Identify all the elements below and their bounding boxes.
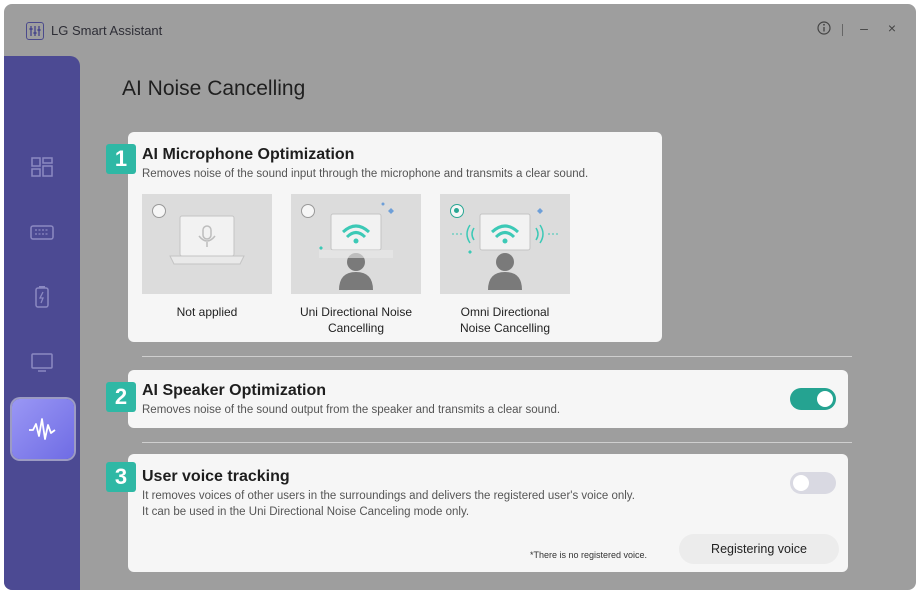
voice-title: User voice tracking bbox=[142, 468, 290, 485]
uni-directional-option[interactable] bbox=[291, 194, 421, 294]
window-title: LG Smart Assistant bbox=[51, 23, 163, 38]
audio-wave-icon bbox=[29, 418, 56, 440]
uni-directional-radio[interactable] bbox=[301, 204, 315, 218]
voice-tracking-card: User voice tracking It removes voices of… bbox=[128, 454, 848, 572]
mic-description: Removes noise of the sound input through… bbox=[142, 168, 589, 180]
section-divider bbox=[142, 442, 852, 443]
minimize-button[interactable]: – bbox=[854, 18, 874, 38]
sidebar bbox=[4, 56, 80, 590]
toggle-knob bbox=[817, 391, 833, 407]
voice-description: It removes voices of other users in the … bbox=[142, 490, 635, 518]
not-applied-label: Not applied bbox=[176, 305, 238, 319]
info-icon[interactable] bbox=[814, 18, 834, 38]
not-applied-option[interactable] bbox=[142, 194, 272, 294]
uni-directional-label: Uni Directional Noise Cancelling bbox=[299, 305, 413, 335]
voice-tracking-toggle[interactable] bbox=[790, 472, 836, 494]
mic-title: AI Microphone Optimization bbox=[142, 146, 355, 163]
app-window: LG Smart Assistant – × AI Noise Cancelli… bbox=[4, 4, 916, 590]
step-badge-1: 1 bbox=[106, 144, 136, 174]
step-badge-2: 2 bbox=[106, 382, 136, 412]
omni-directional-option[interactable] bbox=[440, 194, 570, 294]
sidebar-item-monitor[interactable] bbox=[4, 331, 80, 393]
mic-optimization-card: AI Microphone Optimization Removes noise… bbox=[128, 132, 662, 342]
toggle-knob bbox=[793, 475, 809, 491]
omni-directional-label: Omni Directional Noise Cancelling bbox=[459, 305, 551, 335]
section-divider bbox=[142, 356, 852, 357]
sidebar-item-battery[interactable] bbox=[4, 266, 80, 328]
speaker-description: Removes noise of the sound output from t… bbox=[142, 404, 561, 416]
step-badge-3: 3 bbox=[106, 462, 136, 492]
sidebar-item-audio[interactable] bbox=[4, 399, 80, 461]
close-button[interactable]: × bbox=[882, 18, 902, 38]
sidebar-item-keyboard[interactable] bbox=[4, 201, 80, 263]
no-voice-note: *There is no registered voice. bbox=[530, 550, 648, 560]
title-bar: LG Smart Assistant – × bbox=[4, 4, 916, 56]
sidebar-item-dashboard[interactable] bbox=[4, 136, 80, 198]
page-title: AI Noise Cancelling bbox=[122, 77, 306, 100]
dashboard-icon bbox=[31, 157, 53, 177]
registering-voice-button[interactable]: Registering voice bbox=[679, 534, 839, 564]
app-logo-icon bbox=[26, 22, 44, 40]
omni-directional-radio[interactable] bbox=[450, 204, 464, 218]
battery-icon bbox=[35, 286, 49, 308]
speaker-title: AI Speaker Optimization bbox=[142, 382, 327, 399]
keyboard-icon bbox=[30, 225, 54, 240]
title-separator bbox=[842, 24, 843, 36]
monitor-icon bbox=[31, 353, 53, 372]
not-applied-radio[interactable] bbox=[152, 204, 166, 218]
speaker-optimization-card: AI Speaker Optimization Removes noise of… bbox=[128, 370, 848, 428]
speaker-toggle[interactable] bbox=[790, 388, 836, 410]
